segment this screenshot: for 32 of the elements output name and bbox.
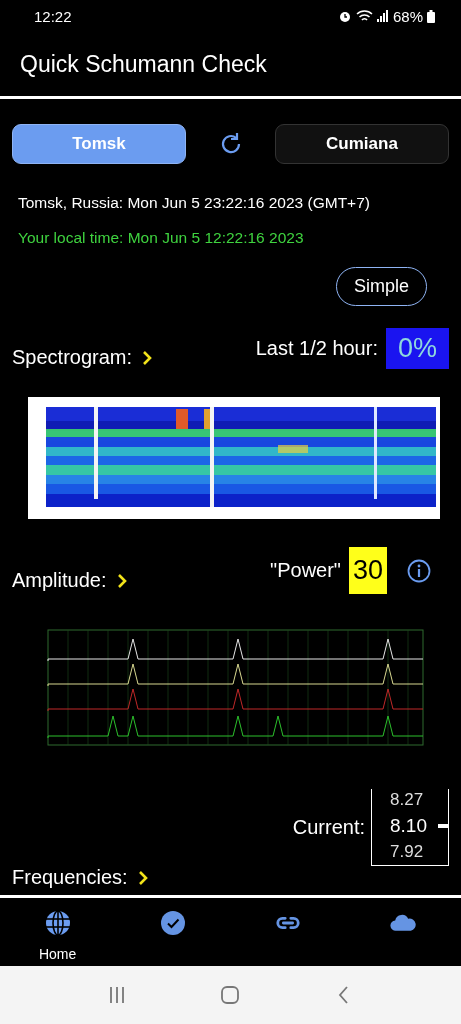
power-label: "Power" xyxy=(270,559,341,582)
picker-value[interactable]: 8.27 xyxy=(390,790,424,810)
section-label: Amplitude: xyxy=(12,569,107,592)
power-value: 30 xyxy=(348,547,387,594)
chevron-icon[interactable] xyxy=(142,350,153,365)
info-icon[interactable] xyxy=(407,558,431,583)
wifi-icon xyxy=(355,9,373,23)
alarm-icon xyxy=(337,9,352,23)
activity-percent: 0% xyxy=(385,328,449,369)
mode-button[interactable]: Simple xyxy=(335,267,427,306)
chevron-icon[interactable] xyxy=(116,573,127,588)
check-circle-icon xyxy=(159,910,186,936)
section-label: Frequencies: xyxy=(12,866,128,889)
signal-icon xyxy=(376,10,389,22)
globe-icon xyxy=(44,910,71,936)
current-label: Current: xyxy=(292,816,365,839)
battery-icon xyxy=(427,9,435,23)
local-time: Your local time: Mon Jun 5 12:22:16 2023 xyxy=(18,229,305,247)
battery-percent: 68% xyxy=(392,7,423,25)
nav-tab[interactable]: Home xyxy=(0,898,116,966)
frequency-picker[interactable]: 8.27 8.10 7.92 xyxy=(371,789,449,866)
selection-tick xyxy=(438,824,448,828)
clock: 12:22 xyxy=(34,7,72,25)
last-half-hour-label: Last 1/2 hour: xyxy=(255,337,378,360)
picker-value[interactable]: 7.92 xyxy=(390,842,424,862)
chevron-icon[interactable] xyxy=(137,870,148,885)
home-icon[interactable] xyxy=(219,984,242,1006)
section-label: Spectrogram: xyxy=(12,346,133,369)
station-tab[interactable]: Cumiana xyxy=(275,124,449,164)
app-title: Quick Schumann Check xyxy=(20,50,267,78)
picker-value[interactable]: 8.10 xyxy=(390,815,427,837)
station-time: Tomsk, Russia: Mon Jun 5 23:22:16 2023 (GMT+7) xyxy=(18,194,371,212)
